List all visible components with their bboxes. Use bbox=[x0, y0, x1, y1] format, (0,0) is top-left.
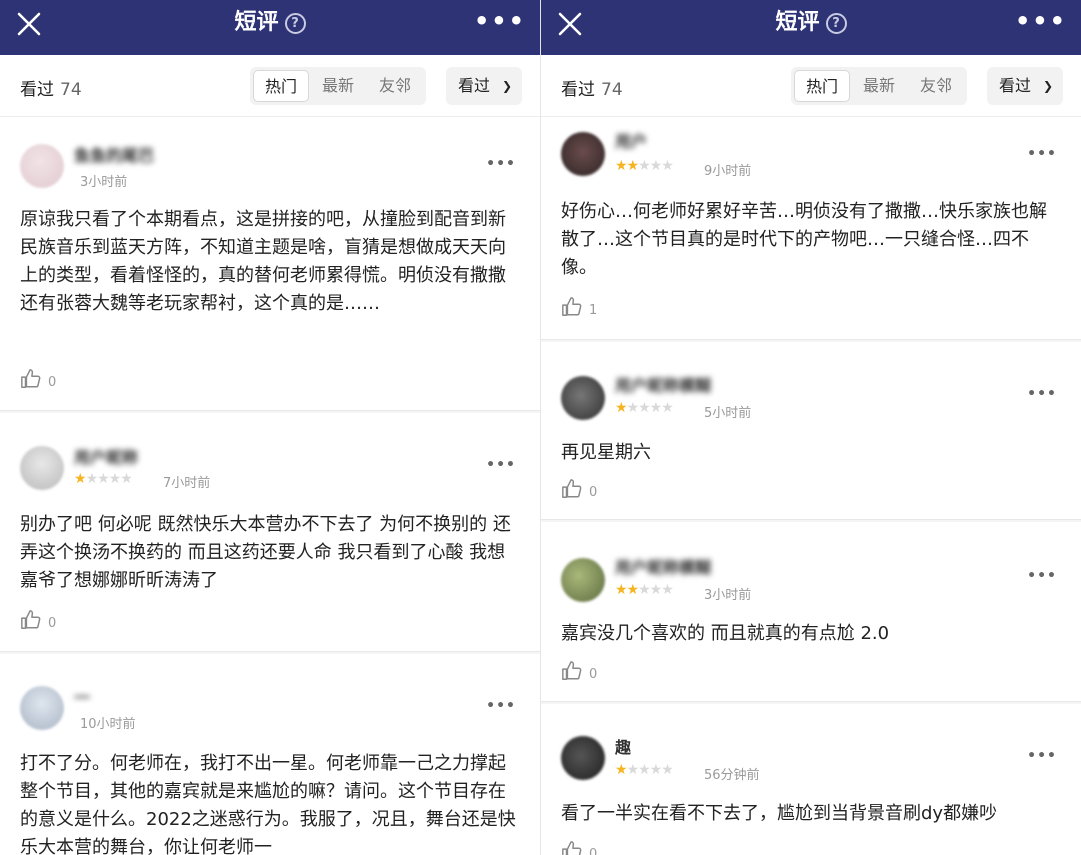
header-bar: 短评? ••• bbox=[0, 0, 540, 55]
review-text: 看了一半实在看不下去了，尴尬到当背景音刷dy都嫌吵 bbox=[561, 803, 998, 824]
reviewer-name[interactable]: 鱼鱼的尾巴 bbox=[74, 142, 154, 166]
review-item: 用户昵称模糊 ★★★★★ 3小时前 ••• 嘉宾没几个喜欢的 而且就真的有点尬 … bbox=[541, 522, 1081, 702]
sort-tabs: 热门 最新 友邻 bbox=[250, 67, 426, 105]
review-more-icon[interactable]: ••• bbox=[486, 156, 516, 172]
review-more-icon[interactable]: ••• bbox=[1027, 146, 1057, 162]
review-text: 嘉宾没几个喜欢的 而且就真的有点尬 2.0 bbox=[561, 623, 890, 644]
reviewer-name[interactable]: 用户昵称模糊 bbox=[615, 372, 711, 396]
tab-hot[interactable]: 热门 bbox=[253, 70, 309, 102]
review-item: 用户昵称 ★★★★★ 7小时前 ••• 别办了吧 何必呢 既然快乐大本营办不下去… bbox=[0, 413, 540, 652]
review-time: 5小时前 bbox=[704, 406, 752, 421]
tab-latest[interactable]: 最新 bbox=[851, 70, 907, 102]
like-button[interactable]: 0 bbox=[561, 840, 597, 855]
thumbs-up-icon bbox=[21, 369, 41, 388]
reviewer-name[interactable]: 用户昵称 bbox=[74, 444, 138, 468]
rating-stars: ★★★★★ bbox=[615, 158, 674, 174]
reviewer-name[interactable]: 用户昵称模糊 bbox=[615, 554, 711, 578]
like-count: 0 bbox=[589, 485, 598, 500]
review-time: 9小时前 bbox=[704, 164, 752, 179]
like-button[interactable]: 0 bbox=[561, 660, 597, 682]
help-icon[interactable]: ? bbox=[284, 13, 306, 34]
avatar[interactable] bbox=[561, 558, 605, 602]
chevron-down-icon: ❯ bbox=[501, 79, 512, 93]
thumbs-up-icon bbox=[562, 661, 582, 680]
avatar[interactable] bbox=[20, 686, 64, 730]
review-item: 用户 ★★★★★ 9小时前 ••• 好伤心…何老师好累好辛苦…明侦没有了撒撒…快… bbox=[541, 118, 1081, 340]
avatar[interactable] bbox=[20, 144, 64, 188]
avatar[interactable] bbox=[561, 736, 605, 780]
thumbs-up-icon bbox=[562, 479, 582, 498]
review-item: 用户昵称模糊 ★★★★★ 5小时前 ••• 再见星期六 0 bbox=[541, 342, 1081, 520]
more-options-icon[interactable]: ••• bbox=[1015, 9, 1067, 33]
like-count: 0 bbox=[589, 847, 598, 855]
review-more-icon[interactable]: ••• bbox=[1027, 568, 1057, 584]
review-more-icon[interactable]: ••• bbox=[486, 698, 516, 714]
tab-hot[interactable]: 热门 bbox=[794, 70, 850, 102]
review-text: 打不了分。何老师在，我打不出一星。何老师靠一己之力撑起整个节目，其他的嘉宾就是来… bbox=[20, 753, 516, 855]
avatar[interactable] bbox=[561, 132, 605, 176]
review-text: 再见星期六 bbox=[561, 442, 651, 463]
help-icon[interactable]: ? bbox=[825, 13, 847, 34]
review-time: 3小时前 bbox=[80, 175, 128, 190]
rating-stars: ★★★★★ bbox=[615, 582, 674, 598]
chevron-down-icon: ❯ bbox=[1042, 79, 1053, 93]
review-more-icon[interactable]: ••• bbox=[486, 457, 516, 473]
page-title: 短评 bbox=[775, 10, 820, 35]
avatar[interactable] bbox=[20, 446, 64, 490]
review-more-icon[interactable]: ••• bbox=[1027, 748, 1057, 764]
review-text: 别办了吧 何必呢 既然快乐大本营办不下去了 为何不换别的 还弄这个换汤不换药的 … bbox=[20, 514, 511, 591]
thumbs-up-icon bbox=[21, 610, 41, 629]
thumbs-up-icon bbox=[562, 841, 582, 855]
rating-stars: ★★★★★ bbox=[615, 400, 674, 416]
review-item: 鱼鱼的尾巴 3小时前 ••• 原谅我只看了个本期看点，这是拼接的吧，从撞脸到配音… bbox=[0, 118, 540, 411]
reviewer-name[interactable]: 一 bbox=[74, 684, 90, 708]
tab-friends[interactable]: 友邻 bbox=[908, 70, 964, 102]
filter-bar: 看过 74 热门 最新 友邻 看过 ❯ bbox=[0, 55, 540, 117]
rating-stars: ★★★★★ bbox=[74, 471, 133, 487]
review-time: 3小时前 bbox=[704, 588, 752, 603]
like-button[interactable]: 0 bbox=[20, 368, 56, 390]
review-text: 好伤心…何老师好累好辛苦…明侦没有了撒撒…快乐家族也解散了…这个节目真的是时代下… bbox=[561, 201, 1047, 278]
review-item: 一 10小时前 ••• 打不了分。何老师在，我打不出一星。何老师靠一己之力撑起整… bbox=[0, 654, 540, 855]
like-button[interactable]: 0 bbox=[20, 609, 56, 631]
like-count: 1 bbox=[589, 303, 598, 318]
seen-count-label: 看过 74 bbox=[561, 80, 623, 100]
reviewer-name[interactable]: 用户 bbox=[615, 128, 647, 152]
page-title: 短评 bbox=[234, 10, 279, 35]
review-item: 趣 ★★★★★ 56分钟前 ••• 看了一半实在看不下去了，尴尬到当背景音刷dy… bbox=[541, 704, 1081, 855]
more-options-icon[interactable]: ••• bbox=[474, 9, 526, 33]
filter-bar: 看过 74 热门 最新 友邻 看过 ❯ bbox=[541, 55, 1081, 117]
seen-filter-dropdown[interactable]: 看过 ❯ bbox=[987, 67, 1063, 105]
rating-stars: ★★★★★ bbox=[615, 762, 674, 778]
like-button[interactable]: 0 bbox=[561, 478, 597, 500]
like-button[interactable]: 1 bbox=[561, 296, 597, 318]
avatar[interactable] bbox=[561, 376, 605, 420]
tab-friends[interactable]: 友邻 bbox=[367, 70, 423, 102]
review-more-icon[interactable]: ••• bbox=[1027, 386, 1057, 402]
review-time: 7小时前 bbox=[163, 476, 211, 491]
seen-count-label: 看过 74 bbox=[20, 80, 82, 100]
thumbs-up-icon bbox=[562, 297, 582, 316]
like-count: 0 bbox=[48, 616, 57, 631]
tab-latest[interactable]: 最新 bbox=[310, 70, 366, 102]
review-text: 原谅我只看了个本期看点，这是拼接的吧，从撞脸到配音到新民族音乐到蓝天方阵，不知道… bbox=[20, 209, 506, 314]
like-count: 0 bbox=[589, 667, 598, 682]
review-time: 56分钟前 bbox=[704, 768, 760, 783]
seen-filter-dropdown[interactable]: 看过 ❯ bbox=[446, 67, 522, 105]
sort-tabs: 热门 最新 友邻 bbox=[791, 67, 967, 105]
right-screen: 短评? ••• 看过 74 热门 最新 友邻 看过 ❯ 用户 ★★★★★ 9小时前 … bbox=[541, 0, 1081, 855]
review-time: 10小时前 bbox=[80, 717, 136, 732]
left-screen: 短评? ••• 看过 74 热门 最新 友邻 看过 ❯ 鱼鱼的尾巴 3小时前 •••… bbox=[0, 0, 540, 855]
header-bar: 短评? ••• bbox=[541, 0, 1081, 55]
like-count: 0 bbox=[48, 375, 57, 390]
reviewer-name[interactable]: 趣 bbox=[615, 734, 631, 758]
